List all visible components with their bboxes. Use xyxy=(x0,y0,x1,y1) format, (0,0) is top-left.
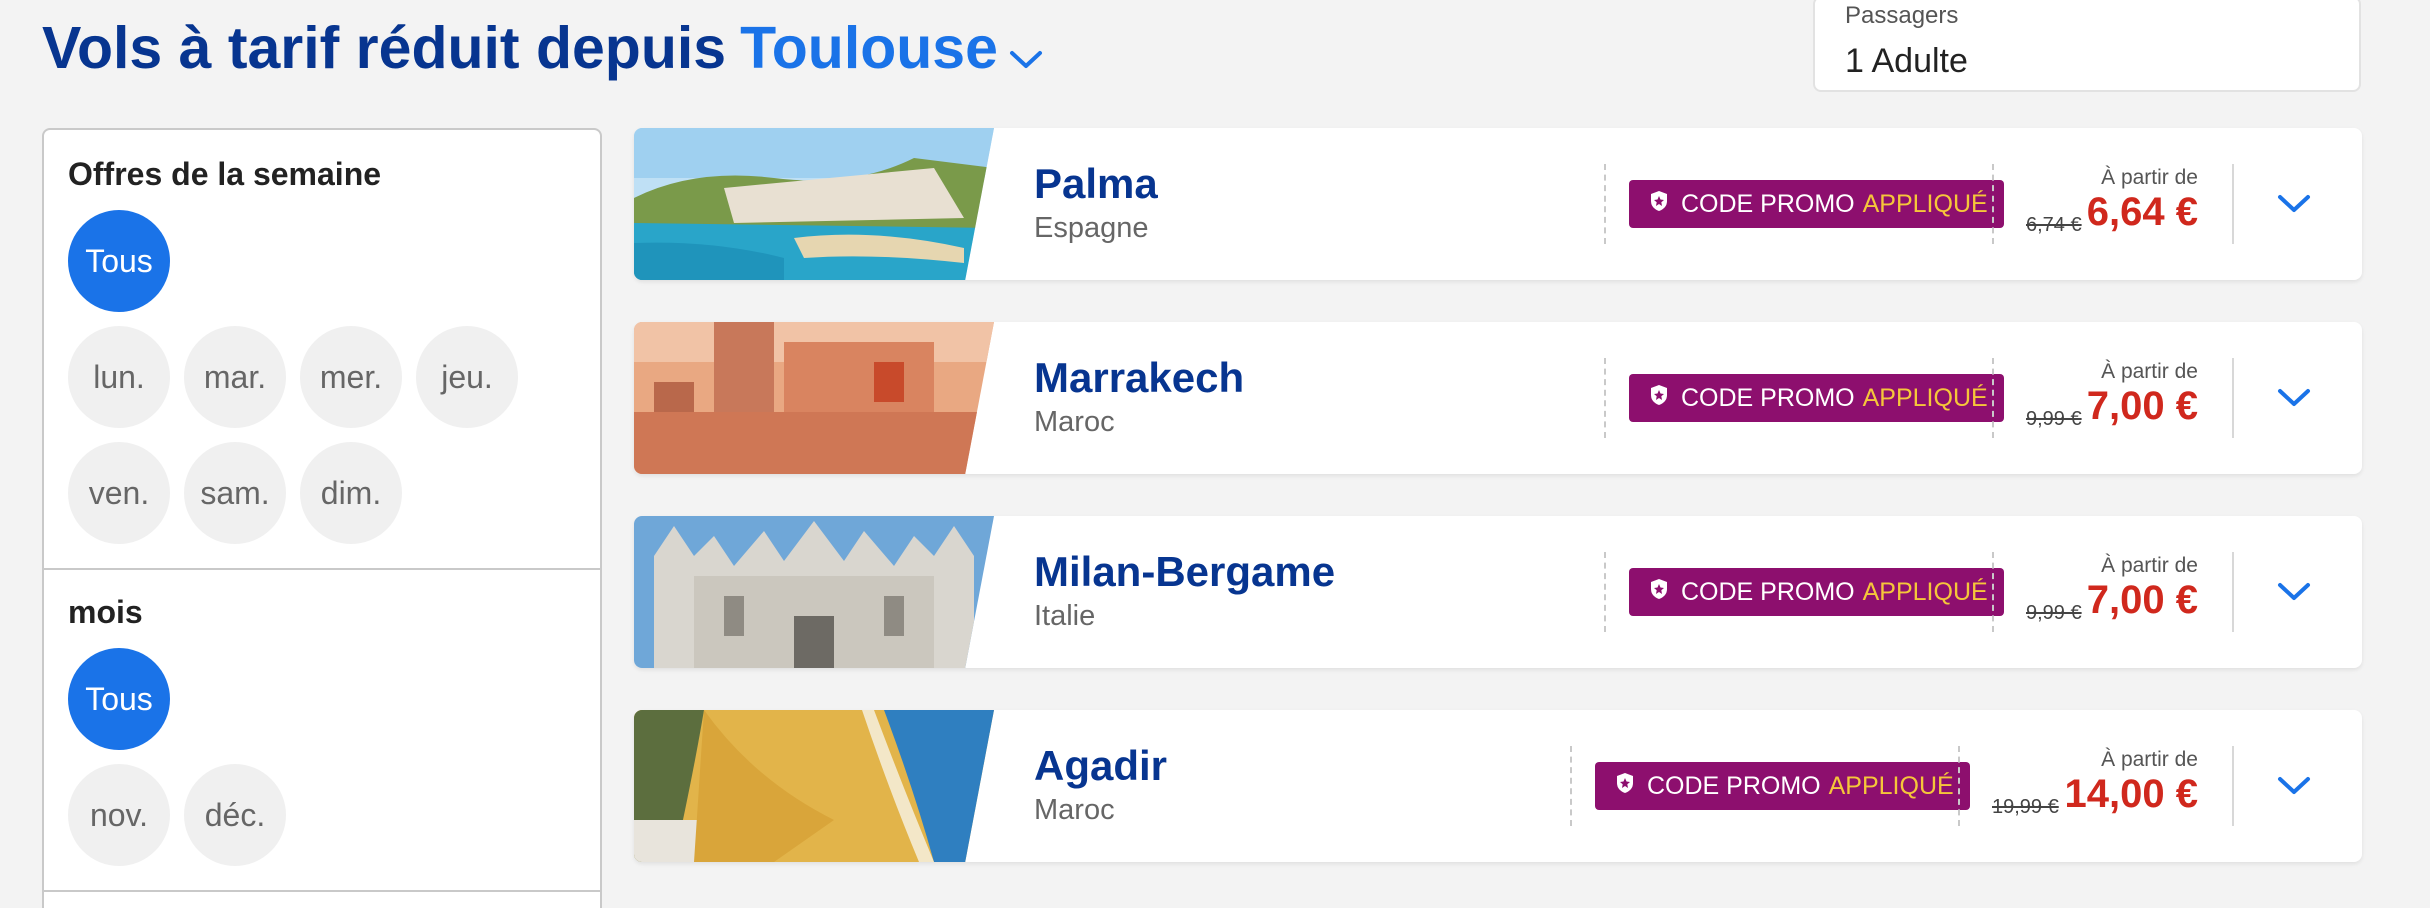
divider xyxy=(1992,552,1994,632)
deal-city: Marrakech xyxy=(1034,354,1245,401)
deal-card[interactable]: Marrakech Maroc CODE PROMO APPLIQUÉ À par… xyxy=(634,322,2362,474)
promo-label: CODE PROMO xyxy=(1681,383,1855,412)
promo-label: CODE PROMO xyxy=(1681,189,1855,218)
promo-badge: CODE PROMO APPLIQUÉ xyxy=(1595,762,1970,810)
promo-label: CODE PROMO xyxy=(1647,771,1821,800)
divider xyxy=(1604,358,1606,438)
divider xyxy=(1604,164,1606,244)
chevron-down-icon[interactable] xyxy=(2264,756,2324,816)
old-price: 6,74 € xyxy=(2026,214,2082,236)
divider xyxy=(1958,746,1960,826)
promo-label: CODE PROMO xyxy=(1681,577,1855,606)
promo-applied: APPLIQUÉ xyxy=(1862,577,1988,606)
page-title-text: Vols à tarif réduit depuis xyxy=(42,15,727,81)
deal-price: 7,00 € xyxy=(2086,578,2198,622)
deal-card[interactable]: Milan-Bergame Italie CODE PROMO APPLIQUÉ … xyxy=(634,516,2362,668)
filter-panel: Offres de la semaine Tous lun. mar. mer.… xyxy=(42,128,602,908)
deal-country: Maroc xyxy=(1034,794,1115,826)
promo-badge: CODE PROMO APPLIQUÉ xyxy=(1629,180,2004,228)
passengers-label: Passagers xyxy=(1845,2,1959,29)
promo-applied: APPLIQUÉ xyxy=(1862,189,1988,218)
chip-week-all[interactable]: Tous xyxy=(68,210,170,312)
destination-photo-agadir xyxy=(634,710,994,862)
month-filter-title: mois xyxy=(68,594,143,630)
promo-applied: APPLIQUÉ xyxy=(1862,383,1988,412)
deal-city: Agadir xyxy=(1034,742,1168,789)
chip-day-mon[interactable]: lun. xyxy=(68,326,170,428)
destination-photo-milan xyxy=(634,516,994,668)
promo-applied: APPLIQUÉ xyxy=(1828,771,1954,800)
chip-day-fri[interactable]: ven. xyxy=(68,442,170,544)
divider xyxy=(1992,358,1994,438)
deal-card[interactable]: Palma Espagne CODE PROMO APPLIQUÉ À parti… xyxy=(634,128,2362,280)
deal-city: Palma xyxy=(1034,160,1158,207)
chip-month-all[interactable]: Tous xyxy=(68,648,170,750)
divider xyxy=(2232,552,2234,632)
from-label: À partir de xyxy=(2101,554,2198,577)
deal-price: 14,00 € xyxy=(2064,772,2198,816)
page-title: Vols à tarif réduit depuis Toulouse xyxy=(42,14,1044,86)
chevron-down-icon[interactable] xyxy=(2264,174,2324,234)
shield-icon xyxy=(1649,384,1669,413)
divider xyxy=(2232,164,2234,244)
origin-city-selector[interactable]: Toulouse xyxy=(740,15,998,81)
chevron-down-icon[interactable] xyxy=(2264,562,2324,622)
passengers-selector[interactable]: Passagers 1 Adulte xyxy=(1813,0,2361,92)
week-filter-title: Offres de la semaine xyxy=(68,156,382,192)
chip-day-thu[interactable]: jeu. xyxy=(416,326,518,428)
shield-icon xyxy=(1649,190,1669,219)
deal-country: Maroc xyxy=(1034,406,1115,438)
shield-icon xyxy=(1649,578,1669,607)
old-price: 9,99 € xyxy=(2026,602,2082,624)
divider xyxy=(1604,552,1606,632)
week-filter: Offres de la semaine xyxy=(44,130,600,193)
deal-card[interactable]: Agadir Maroc CODE PROMO APPLIQUÉ À partir… xyxy=(634,710,2362,862)
deal-country: Italie xyxy=(1034,600,1096,632)
destination-photo-palma xyxy=(634,128,994,280)
old-price: 19,99 € xyxy=(1992,796,2059,818)
deal-country: Espagne xyxy=(1034,212,1149,244)
deal-price: 7,00 € xyxy=(2086,384,2198,428)
chip-month-dec[interactable]: déc. xyxy=(184,764,286,866)
chip-day-sat[interactable]: sam. xyxy=(184,442,286,544)
divider xyxy=(1992,164,1994,244)
chip-month-nov[interactable]: nov. xyxy=(68,764,170,866)
from-label: À partir de xyxy=(2101,748,2198,771)
chevron-down-icon[interactable] xyxy=(1008,18,1044,86)
divider xyxy=(2232,746,2234,826)
chip-day-tue[interactable]: mar. xyxy=(184,326,286,428)
old-price: 9,99 € xyxy=(2026,408,2082,430)
from-label: À partir de xyxy=(2101,360,2198,383)
deal-city: Milan-Bergame xyxy=(1034,548,1336,595)
chip-day-wed[interactable]: mer. xyxy=(300,326,402,428)
divider xyxy=(2232,358,2234,438)
divider xyxy=(1570,746,1572,826)
filter-divider xyxy=(44,890,600,892)
promo-badge: CODE PROMO APPLIQUÉ xyxy=(1629,568,2004,616)
month-filter: mois xyxy=(44,568,600,631)
promo-badge: CODE PROMO APPLIQUÉ xyxy=(1629,374,2004,422)
from-label: À partir de xyxy=(2101,166,2198,189)
shield-icon xyxy=(1615,772,1635,801)
chevron-down-icon[interactable] xyxy=(2264,368,2324,428)
destination-photo-marrakech xyxy=(634,322,994,474)
deal-price: 6,64 € xyxy=(2086,190,2198,234)
chip-day-sun[interactable]: dim. xyxy=(300,442,402,544)
passengers-value: 1 Adulte xyxy=(1845,42,1968,80)
